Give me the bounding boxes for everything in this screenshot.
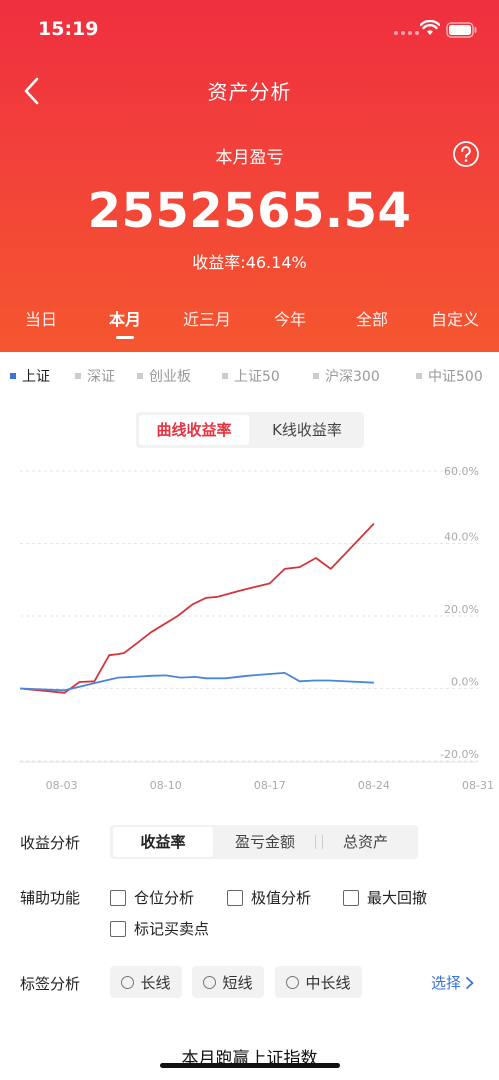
tag-short-term[interactable]: 短线 — [192, 966, 264, 998]
pnl-value: 2552565.54 — [87, 183, 412, 239]
metric-pnl-amount[interactable]: 盈亏金额 — [215, 827, 315, 857]
tab-month[interactable]: 本月 — [109, 306, 141, 330]
index-shenzhen[interactable]: 深证 — [75, 366, 115, 386]
x-tick-label: 08-10 — [150, 779, 182, 792]
page-title: 资产分析 — [207, 80, 292, 104]
index-selector: 上证 深证 创业板 上证50 沪深300 中证500 — [0, 366, 499, 390]
home-indicator — [160, 1063, 340, 1068]
header: 15:19 资产分析 本月盈亏 2552565.54 收益率:46.14% 当日… — [0, 0, 499, 352]
wifi-icon — [420, 20, 440, 35]
mark-trade-points-checkbox[interactable]: 标记买卖点 — [110, 918, 209, 939]
index-csi300[interactable]: 沪深300 — [313, 366, 380, 386]
index-sse50[interactable]: 上证50 — [222, 366, 280, 386]
metric-analysis-label: 收益分析 — [20, 834, 81, 852]
aux-label: 辅助功能 — [20, 889, 81, 907]
active-tab-indicator — [116, 336, 134, 339]
tag-long-term[interactable]: 长线 — [110, 966, 182, 998]
y-tick-label: 60.0% — [444, 465, 479, 478]
y-tick-label: 0.0% — [451, 676, 479, 689]
x-tick-label: 08-03 — [46, 779, 78, 792]
metric-return-rate[interactable]: 收益率 — [113, 827, 213, 857]
select-link[interactable]: 选择 — [431, 972, 476, 993]
metric-selector: 收益率 盈亏金额 总资产 — [110, 825, 418, 859]
return-rate: 收益率:46.14% — [192, 253, 307, 272]
tab-day[interactable]: 当日 — [25, 306, 57, 330]
chevron-right-icon — [466, 976, 474, 989]
x-tick-label: 08-24 — [358, 779, 390, 792]
y-tick-label: -20.0% — [440, 748, 479, 761]
index-return-line — [19, 671, 374, 692]
kline-return-option[interactable]: K线收益率 — [252, 415, 362, 445]
y-tick-label: 20.0% — [444, 603, 479, 616]
pnl-label: 本月盈亏 — [215, 148, 284, 168]
tab-three-months[interactable]: 近三月 — [183, 306, 231, 330]
status-bar: 15:19 — [0, 0, 499, 60]
chart-mode-toggle: 曲线收益率 K线收益率 — [136, 412, 364, 448]
max-drawdown-checkbox[interactable]: 最大回撤 — [343, 887, 427, 908]
x-tick-label: 08-17 — [254, 779, 286, 792]
tab-this-year[interactable]: 今年 — [274, 306, 306, 330]
tag-mid-long-term[interactable]: 中长线 — [275, 966, 362, 998]
tags-label: 标签分析 — [20, 975, 81, 993]
tab-all[interactable]: 全部 — [356, 306, 388, 330]
tab-custom[interactable]: 自定义 — [431, 306, 479, 330]
signal-icon — [394, 31, 419, 35]
index-csi500[interactable]: 中证500 — [416, 366, 483, 386]
x-tick-label: 08-31 — [462, 779, 494, 792]
portfolio-return-line — [19, 522, 375, 694]
status-time: 15:19 — [38, 18, 99, 40]
index-chinext[interactable]: 创业板 — [137, 366, 191, 386]
position-analysis-checkbox[interactable]: 仓位分析 — [110, 887, 194, 908]
metric-total-assets[interactable]: 总资产 — [315, 835, 415, 850]
extreme-analysis-checkbox[interactable]: 极值分析 — [227, 887, 311, 908]
index-shanghai[interactable]: 上证 — [10, 366, 50, 386]
y-tick-label: 40.0% — [444, 531, 479, 544]
period-tabs: 当日 本月 近三月 今年 全部 自定义 — [0, 306, 499, 352]
help-icon[interactable] — [452, 140, 480, 168]
curve-return-option[interactable]: 曲线收益率 — [139, 415, 249, 445]
battery-icon — [446, 22, 477, 38]
return-chart: 60.0% 40.0% 20.0% 0.0% -20.0% 08-03 08-10 08-17… — [19, 465, 494, 792]
